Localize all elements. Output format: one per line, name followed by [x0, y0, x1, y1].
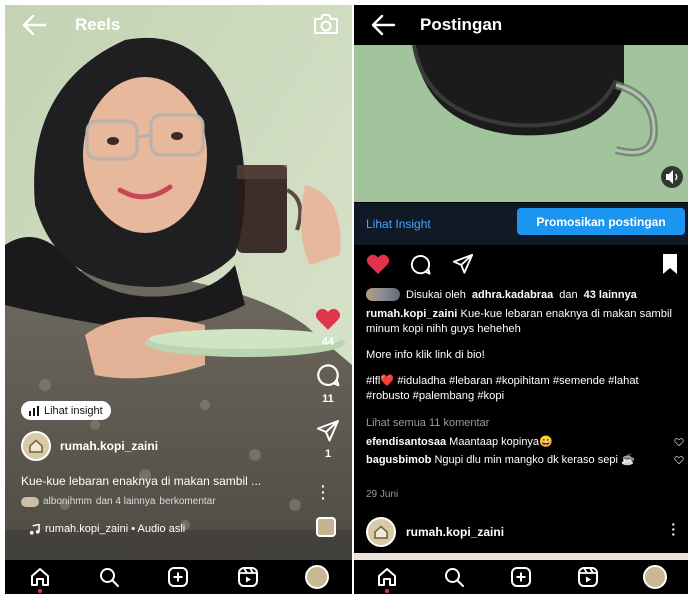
liked-by[interactable]: Disukai oleh adhra.kadabraa dan 43 lainn…: [366, 288, 637, 301]
likes-count: 44: [321, 336, 335, 348]
comments-count: 11: [322, 393, 334, 405]
back-arrow-icon[interactable]: [21, 13, 47, 37]
back-arrow-icon[interactable]: [370, 13, 396, 37]
comment-text: Ngupi dlu min mangko dk keraso sepi ☕: [434, 454, 635, 466]
author-username[interactable]: rumah.kopi_zaini: [60, 439, 158, 453]
commenter-suffix: berkomentar: [159, 496, 216, 507]
avatar: [305, 565, 330, 589]
insight-label: Lihat insight: [44, 404, 103, 417]
liked-prefix: Disukai oleh: [406, 288, 466, 301]
commenter-rest: dan 4 lainnya: [95, 496, 156, 507]
nav-create[interactable]: [508, 564, 534, 590]
shares-count: 1: [324, 448, 332, 460]
nav-reels[interactable]: [575, 564, 601, 590]
home-icon: [378, 568, 397, 586]
nav-home[interactable]: [374, 564, 400, 593]
nav-reels[interactable]: [235, 564, 261, 590]
post-caption: rumah.kopi_zaini Kue-kue lebaran enaknya…: [366, 307, 684, 404]
reels-icon: [577, 567, 598, 587]
insight-bar: Lihat Insight Promosikan postingan: [354, 203, 688, 245]
avatar[interactable]: [366, 517, 396, 547]
post-date: 29 Juni: [366, 489, 399, 500]
reels-icon: [237, 567, 258, 587]
search-icon: [445, 568, 465, 587]
avatar: [642, 565, 667, 589]
commenter-avatars: [21, 496, 39, 507]
add-icon: [510, 567, 531, 587]
insight-button[interactable]: Lihat insight: [21, 401, 111, 420]
liked-and: dan: [559, 288, 578, 301]
comment-user[interactable]: bagusbimob: [366, 454, 431, 466]
reels-screen: Reels 44 11 1 Lihat insight rumah.kopi_z…: [5, 5, 352, 594]
nav-indicator: [37, 589, 42, 593]
comment-icon[interactable]: [409, 253, 432, 276]
chart-icon: [29, 405, 39, 416]
view-insight-link[interactable]: Lihat Insight: [366, 217, 431, 231]
share-icon[interactable]: [316, 419, 340, 443]
reel-actions: 44 11 1: [308, 307, 348, 460]
home-icon: [30, 568, 49, 586]
hashtags[interactable]: #lfl❤️ #iduladha #lebaran #kopihitam #se…: [366, 374, 684, 404]
comment-text: Maantaap kopinya😀: [449, 436, 553, 448]
nav-profile[interactable]: [304, 564, 330, 590]
audio-thumbnail[interactable]: [316, 517, 336, 537]
search-icon: [100, 568, 120, 587]
reels-header: Reels: [5, 5, 352, 45]
share-icon[interactable]: [452, 253, 474, 275]
comment-icon[interactable]: [315, 362, 341, 388]
comment-item: bagusbimob Ngupi dlu min mangko dk keras…: [366, 453, 666, 467]
post-actions: [354, 249, 688, 279]
caption-username[interactable]: rumah.kopi_zaini: [366, 308, 457, 320]
post-screen: Postingan Lihat Insight Promosikan posti…: [354, 5, 688, 594]
bottom-nav: [354, 560, 688, 594]
liker-avatars: [366, 288, 400, 301]
bookmark-icon[interactable]: [662, 253, 678, 275]
bottom-nav: [5, 560, 352, 594]
comment-item: efendisantosaa Maantaap kopinya😀: [366, 435, 666, 449]
post-header: Postingan: [354, 5, 688, 45]
nav-home[interactable]: [27, 564, 53, 593]
page-title: Reels: [75, 15, 121, 34]
next-post-author[interactable]: rumah.kopi_zaini · · ·: [366, 517, 688, 547]
page-title: Postingan: [420, 15, 503, 34]
heart-icon[interactable]: [366, 253, 390, 275]
liked-user[interactable]: adhra.kadabraa: [472, 289, 553, 301]
nav-profile[interactable]: [642, 564, 668, 590]
nav-create[interactable]: [165, 564, 191, 590]
heart-icon[interactable]: [315, 307, 341, 331]
more-options-icon[interactable]: · · ·: [671, 517, 676, 541]
commenters-row[interactable]: albonihmm dan 4 lainnya berkomentar: [21, 496, 216, 507]
nav-indicator: [385, 589, 390, 593]
comment-like-icon[interactable]: [674, 437, 684, 447]
camera-icon[interactable]: [313, 13, 339, 35]
author-username[interactable]: rumah.kopi_zaini: [406, 525, 504, 539]
liked-others[interactable]: 43 lainnya: [584, 289, 637, 301]
more-info-text: More info klik link di bio!: [366, 349, 485, 361]
audio-label: rumah.kopi_zaini • Audio asli: [45, 523, 186, 535]
comment-user[interactable]: efendisantosaa: [366, 436, 446, 448]
more-options-icon[interactable]: · · ·: [321, 479, 326, 505]
house-logo-icon: [374, 525, 388, 539]
music-icon: [29, 523, 40, 535]
avatar[interactable]: [21, 431, 51, 461]
post-video[interactable]: [354, 45, 688, 202]
audio-row[interactable]: rumah.kopi_zaini • Audio asli: [29, 523, 185, 535]
reel-caption[interactable]: Kue-kue lebaran enaknya di makan sambil …: [21, 474, 301, 488]
view-all-comments-link[interactable]: Lihat semua 11 komentar: [366, 417, 489, 429]
nav-search[interactable]: [96, 564, 122, 590]
nav-search[interactable]: [441, 564, 467, 590]
house-logo-icon: [29, 439, 43, 453]
reel-author[interactable]: rumah.kopi_zaini: [21, 429, 158, 463]
comment-like-icon[interactable]: [674, 455, 684, 465]
volume-icon[interactable]: [661, 166, 683, 188]
add-icon: [168, 567, 189, 587]
commenter-user: albonihmm: [43, 496, 92, 507]
promote-post-button[interactable]: Promosikan postingan: [517, 208, 685, 235]
